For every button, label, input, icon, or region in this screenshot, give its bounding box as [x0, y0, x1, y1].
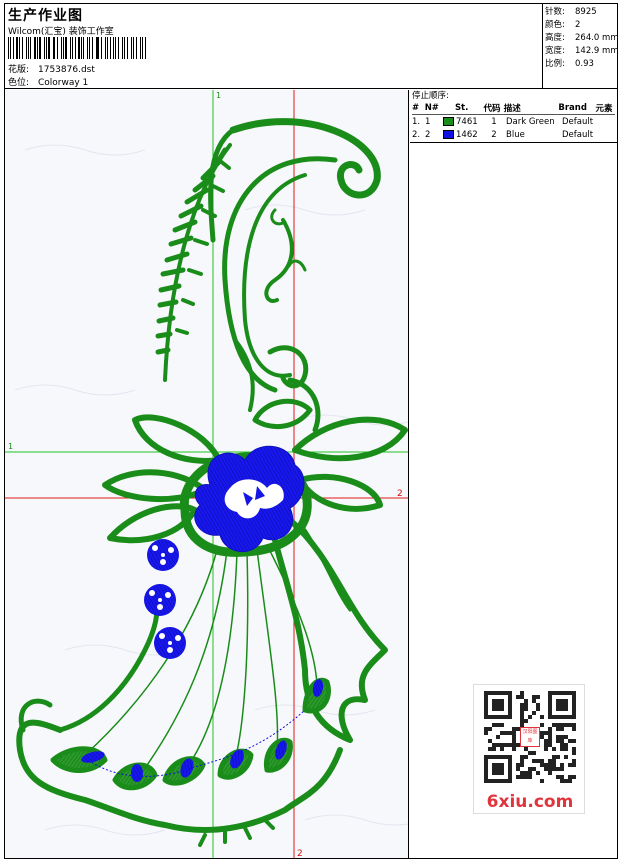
- design-stats: 针数: 8925 颜色: 2 高度: 264.0 mm 宽度: 142.9 mm 比例:…: [543, 4, 619, 89]
- design-scale-value: 0.93: [575, 59, 594, 69]
- small-blue-flower-3: [154, 627, 186, 659]
- guide-label-v-red: 2: [297, 849, 303, 858]
- color-count-value: 2: [575, 20, 581, 30]
- stop-sequence-title: 停止顺序:: [412, 91, 449, 101]
- small-blue-flower-1: [147, 539, 179, 571]
- col-element: 元素: [595, 104, 613, 114]
- guide-label-h-red: 2: [397, 489, 403, 499]
- guide-label-h-green: 1: [8, 442, 13, 451]
- stop-row[interactable]: 2. 2 1462 2 Blue Default: [412, 128, 615, 141]
- stop-needle: 1: [425, 116, 431, 127]
- col-code: 代码: [483, 104, 501, 114]
- header-info: 生产作业图 Wilcom(汇宝) 装饰工作室 花版: 1753876.dst 色位…: [5, 4, 543, 89]
- colorway-label: 色位:: [8, 78, 30, 88]
- stop-code: 2: [491, 129, 497, 140]
- col-num: #: [412, 103, 420, 113]
- stop-description: Dark Green: [506, 116, 555, 127]
- stitch-count: 针数: 8925: [545, 6, 617, 19]
- design-label: 花版:: [8, 65, 30, 75]
- color-count: 颜色: 2: [545, 19, 617, 32]
- stitch-count-label: 针数:: [545, 7, 565, 17]
- small-blue-flower-2: [144, 584, 176, 616]
- sheet-header: 生产作业图 Wilcom(汇宝) 装饰工作室 花版: 1753876.dst 色位…: [5, 4, 619, 89]
- stop-brand: Default: [562, 129, 594, 140]
- embroidery-preview[interactable]: 1 1 2 2: [5, 90, 409, 858]
- thread-color-swatch: [443, 117, 454, 126]
- col-needle: N#: [424, 103, 439, 113]
- design-width-label: 宽度:: [545, 46, 565, 56]
- stop-stitches: 1462: [456, 129, 478, 140]
- stop-row[interactable]: 1. 1 7461 1 Dark Green Default: [412, 115, 615, 128]
- thread-color-swatch: [443, 130, 454, 139]
- stop-stitches: 7461: [456, 116, 478, 127]
- barcode: [8, 37, 148, 59]
- page-title: 生产作业图: [8, 8, 83, 24]
- qr-center-logo: 汉阳图库: [520, 727, 540, 747]
- design-row: 花版: 1753876.dst: [8, 62, 95, 75]
- embroidery-design-svg: 1 1 2 2: [5, 90, 408, 858]
- design-height: 高度: 264.0 mm: [545, 32, 619, 45]
- guide-lines: 1 1 2 2: [5, 90, 408, 858]
- blue-embroidery: [81, 445, 324, 782]
- design-height-label: 高度:: [545, 33, 565, 43]
- colorway-row: 色位: Colorway 1: [8, 75, 88, 88]
- stop-num: 1.: [412, 116, 421, 127]
- stitch-count-value: 8925: [575, 7, 597, 17]
- stop-sequence-panel: 停止顺序: # N# St. 代码 描述 Brand 元素 1. 1 7461 …: [410, 90, 617, 143]
- stop-needle: 2: [425, 129, 431, 140]
- design-width-value: 142.9 mm: [575, 46, 619, 56]
- watermark: 汉阳图库 6xiu.com: [473, 684, 585, 814]
- col-description: 描述: [503, 104, 521, 114]
- company-name: Wilcom(汇宝) 装饰工作室: [8, 27, 114, 37]
- col-stitches: St.: [454, 103, 469, 113]
- color-count-label: 颜色:: [545, 20, 565, 30]
- design-value: 1753876.dst: [38, 65, 95, 75]
- design-scale: 比例: 0.93: [545, 58, 617, 71]
- watermark-text: 6xiu.com: [486, 792, 574, 812]
- stop-table-header: # N# St. 代码 描述 Brand 元素: [412, 102, 615, 115]
- stop-description: Blue: [506, 129, 525, 140]
- design-height-value: 264.0 mm: [575, 33, 619, 43]
- stop-brand: Default: [562, 116, 594, 127]
- stop-code: 1: [491, 116, 497, 127]
- stop-num: 2.: [412, 129, 421, 140]
- design-scale-label: 比例:: [545, 59, 565, 69]
- design-width: 宽度: 142.9 mm: [545, 45, 619, 58]
- colorway-value: Colorway 1: [38, 78, 89, 88]
- col-brand: Brand: [558, 103, 587, 113]
- production-sheet: 生产作业图 Wilcom(汇宝) 装饰工作室 花版: 1753876.dst 色位…: [4, 3, 619, 859]
- guide-label-v-green: 1: [216, 91, 221, 100]
